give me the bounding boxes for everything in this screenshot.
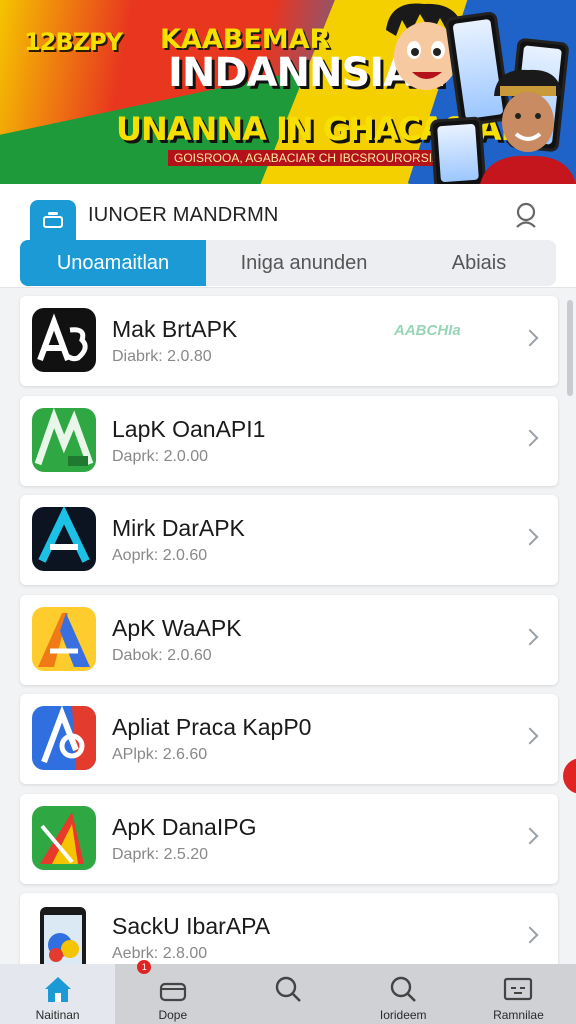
notification-badge: 1: [137, 960, 152, 974]
nav-label: Ramnilae: [493, 1008, 544, 1022]
floating-action-tab[interactable]: [563, 758, 576, 794]
promo-banner[interactable]: 12BZPY KAABEMAR INDANNSIAN UNANNA IN GHA…: [0, 0, 576, 184]
card-icon: [504, 977, 533, 1001]
list-item[interactable]: Mak BrtAPK Diabrk: 2.0.80 AABCHIa: [20, 296, 558, 386]
tab-2[interactable]: Abiais: [402, 240, 556, 286]
app-name: Apliat Praca KapP0: [112, 714, 312, 740]
nav-dope[interactable]: 1 Dope: [115, 960, 230, 1024]
a3-icon: [32, 308, 96, 372]
app-name: LapK OanAPI1: [112, 415, 266, 442]
app-name: ApK DanaIPG: [112, 813, 257, 840]
app-version: Aoprk: 2.0.60: [112, 547, 208, 564]
chevron-right-icon: [521, 827, 539, 844]
green-m-icon: [32, 407, 96, 472]
app-header: IUNOER MANDRMN Unoamaitlan Iniga anunden…: [0, 184, 576, 288]
blue-a-icon: [32, 507, 96, 571]
search-icon: [275, 976, 301, 1002]
chevron-right-icon: [521, 727, 539, 745]
tab-0[interactable]: Unoamaitlan: [20, 240, 206, 286]
app-logo-icon: [30, 200, 76, 240]
list-item[interactable]: ApK DanaIPG Daprk: 2.5.20: [20, 793, 558, 884]
chevron-right-icon: [521, 329, 539, 347]
app-name: ApK WaAPK: [112, 614, 242, 641]
list-item[interactable]: Mirk DarAPK Aoprk: 2.0.60: [20, 495, 558, 585]
chevron-right-icon: [521, 926, 539, 944]
app-version: Daprk: 2.0.00: [112, 447, 209, 465]
app-version: APlpk: 2.6.60: [112, 746, 208, 763]
app-name: Mak BrtAPK: [112, 316, 238, 342]
tab-1[interactable]: Iniga anunden: [206, 240, 402, 286]
nav-iorideem[interactable]: Iorideem: [346, 964, 461, 1024]
chevron-right-icon: [521, 528, 539, 546]
app-name: Mirk DarAPK: [112, 515, 245, 541]
nav-label: Dope: [158, 1008, 188, 1022]
nav-label: Naitinan: [35, 1008, 80, 1022]
list-item[interactable]: LapK OanAPI1 Daprk: 2.0.00: [20, 395, 558, 486]
bottom-nav: Naitinan 1 Dope Iorideem Ramnilae: [0, 960, 576, 1024]
list-item[interactable]: Apliat Praca KapP0 APlpk: 2.6.60: [20, 694, 558, 784]
nav-home[interactable]: Naitinan: [0, 964, 116, 1024]
list-item[interactable]: ApK WaAPK Dabok: 2.0.60: [20, 594, 558, 685]
app-version: Diabrk: 2.0.80: [112, 348, 212, 365]
person-photo: [480, 69, 576, 184]
banner-tagline: GOISROOA, AGABACIAR CH IBCSROURORSIA: [168, 150, 447, 166]
chevron-right-icon: [521, 628, 539, 645]
blue-red-a-icon: [32, 706, 96, 770]
app-list: Mak BrtAPK Diabrk: 2.0.80 AABCHIa LapK O…: [20, 296, 558, 993]
orange-a-icon: [32, 606, 96, 671]
app-version: Dabok: 2.0.60: [112, 646, 212, 664]
search-icon: [391, 976, 417, 1002]
phone-illustration: [429, 116, 487, 184]
app-version: Daprk: 2.5.20: [112, 845, 209, 863]
app-title: IUNOER MANDRMN: [88, 204, 279, 226]
colorful-triangle-icon: [32, 805, 96, 870]
nav-label: Iorideem: [379, 1008, 427, 1022]
app-badge: AABCHIa: [394, 322, 461, 339]
nav-ramnilae[interactable]: Ramnilae: [461, 964, 576, 1024]
app-name: SackU IbarAPA: [112, 913, 271, 939]
banner-promo-code: 12BZPY: [24, 28, 123, 56]
basket-icon: [159, 982, 186, 1002]
app-version: Aebrk: 2.8.00: [112, 945, 208, 962]
chevron-right-icon: [521, 429, 539, 446]
search-icon[interactable]: [512, 200, 542, 230]
home-icon: [44, 977, 71, 1002]
scrollbar[interactable]: [567, 300, 573, 396]
phone-icon: [32, 905, 96, 969]
tab-bar: Unoamaitlan Iniga anunden Abiais: [20, 240, 556, 286]
nav-search[interactable]: [230, 964, 345, 1024]
